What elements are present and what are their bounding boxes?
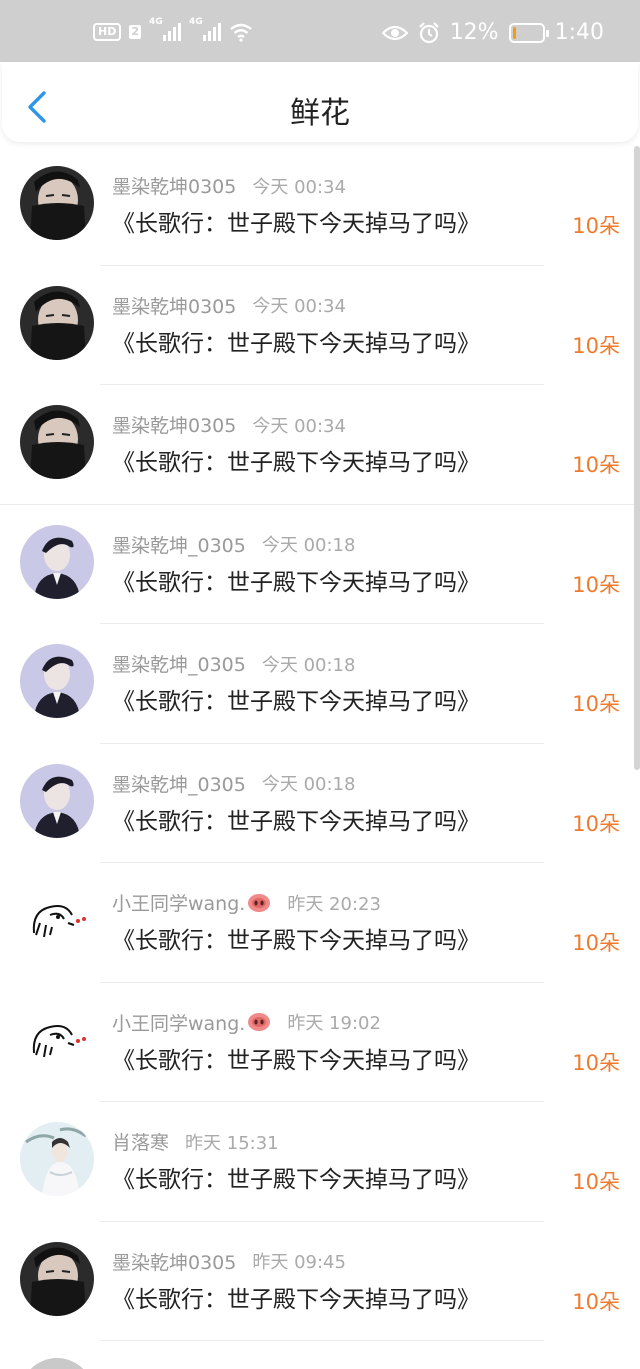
timestamp: 今天 00:18 xyxy=(261,535,356,556)
timestamp: 昨天 09:45 xyxy=(252,1252,346,1273)
flower-count: 10朵 xyxy=(572,1170,620,1194)
avatar[interactable] xyxy=(20,883,94,957)
username[interactable]: 墨染乾坤0305 xyxy=(112,172,236,199)
username[interactable]: 墨染乾坤0305 xyxy=(112,411,236,438)
status-left: HD 2 4G 4G xyxy=(93,17,253,42)
flower-count: 10朵 xyxy=(572,811,620,836)
book-title: 《长歌行：世子殿下今天掉马了吗》 xyxy=(112,330,480,357)
username[interactable]: 墨染乾坤0305 xyxy=(112,1248,236,1275)
list-item[interactable]: 墨染乾坤0305 昨天 09:45 《长歌行：世子殿下今天掉马了吗》 10朵 xyxy=(0,1222,640,1341)
list-item[interactable]: 墨染乾坤0305 今天 00:34 《长歌行：世子殿下今天掉马了吗》 10朵 xyxy=(0,146,640,266)
pig-nose-emoji-icon xyxy=(248,1013,271,1031)
item-meta: 墨染乾坤0305 昨天 09:45 xyxy=(112,1248,346,1275)
timestamp: 今天 00:34 xyxy=(252,296,346,317)
item-meta: 墨染乾坤_0305 今天 00:18 xyxy=(112,770,355,797)
avatar[interactable] xyxy=(20,285,94,360)
book-title: 《长歌行：世子殿下今天掉马了吗》 xyxy=(112,1286,480,1313)
item-meta: 小王同学wang. 昨天 19:02 xyxy=(112,1009,381,1036)
pig-nose-emoji-icon xyxy=(248,893,271,912)
item-meta: 墨染乾坤_0305 今天 00:18 xyxy=(112,531,355,558)
page-title: 鲜花 xyxy=(290,96,350,131)
username[interactable]: 墨染乾坤_0305 xyxy=(112,770,246,797)
scrollbar[interactable] xyxy=(634,146,640,770)
flower-list: 墨染乾坤0305 今天 00:34 《长歌行：世子殿下今天掉马了吗》 10朵 墨染乾坤0… xyxy=(0,146,640,1341)
signal-icon: 4G xyxy=(149,17,181,41)
avatar[interactable] xyxy=(20,166,94,240)
item-meta: 墨染乾坤_0305 今天 00:18 xyxy=(112,650,355,677)
flower-count: 10朵 xyxy=(572,1289,620,1314)
hd-badge: HD xyxy=(93,23,122,41)
divider xyxy=(100,1340,544,1341)
signal-icon: 4G xyxy=(189,17,221,41)
flower-count: 10朵 xyxy=(572,692,620,716)
timestamp: 昨天 20:23 xyxy=(287,893,381,915)
username[interactable]: 墨染乾坤_0305 xyxy=(112,531,246,558)
timestamp: 今天 00:34 xyxy=(252,176,346,198)
avatar[interactable] xyxy=(20,524,94,599)
username[interactable]: 小王同学wang. xyxy=(112,889,245,916)
timestamp: 今天 00:18 xyxy=(261,774,356,795)
flower-count: 10朵 xyxy=(572,214,620,238)
timestamp: 昨天 15:31 xyxy=(185,1132,279,1154)
item-meta: 肖落寒 昨天 15:31 xyxy=(112,1128,279,1155)
timestamp: 今天 00:34 xyxy=(252,415,346,437)
status-bar: HD 2 4G 4G 12% 1:40 xyxy=(0,0,640,62)
list-item[interactable]: 小王同学wang. 昨天 19:02 《长歌行：世子殿下今天掉马了吗》 10朵 xyxy=(0,983,640,1102)
status-right: 12% 1:40 xyxy=(381,20,604,45)
page-header: 鲜花 xyxy=(2,62,638,142)
avatar[interactable] xyxy=(20,644,94,718)
list-item[interactable]: 墨染乾坤_0305 今天 00:18 《长歌行：世子殿下今天掉马了吗》 10朵 xyxy=(0,505,640,624)
avatar[interactable] xyxy=(20,1241,94,1316)
list-item[interactable]: 墨染乾坤_0305 今天 00:18 《长歌行：世子殿下今天掉马了吗》 10朵 xyxy=(0,624,640,744)
list-item[interactable]: 小王同学wang. 昨天 20:23 《长歌行：世子殿下今天掉马了吗》 10朵 xyxy=(0,863,640,983)
flower-count: 10朵 xyxy=(572,333,620,358)
list-item[interactable]: 墨染乾坤0305 今天 00:34 《长歌行：世子殿下今天掉马了吗》 10朵 xyxy=(0,266,640,385)
wifi-icon xyxy=(230,23,252,42)
battery-percent: 12% xyxy=(449,20,499,45)
flower-count: 10朵 xyxy=(572,572,620,597)
avatar[interactable] xyxy=(20,1122,94,1196)
item-meta: 墨染乾坤0305 今天 00:34 xyxy=(112,292,346,319)
avatar[interactable] xyxy=(20,1002,94,1077)
flower-count: 10朵 xyxy=(572,931,620,955)
book-title: 《长歌行：世子殿下今天掉马了吗》 xyxy=(112,211,480,237)
flower-count: 10朵 xyxy=(572,453,620,477)
book-title: 《长歌行：世子殿下今天掉马了吗》 xyxy=(112,1167,480,1193)
username[interactable]: 墨染乾坤_0305 xyxy=(112,650,246,677)
username[interactable]: 小王同学wang. xyxy=(112,1009,245,1036)
timestamp: 昨天 19:02 xyxy=(287,1013,381,1034)
avatar[interactable] xyxy=(20,763,94,838)
alarm-icon xyxy=(418,21,439,43)
item-meta: 墨染乾坤0305 今天 00:34 xyxy=(112,411,346,438)
flower-count: 10朵 xyxy=(572,1050,620,1075)
avatar[interactable] xyxy=(20,405,94,479)
username[interactable]: 墨染乾坤0305 xyxy=(112,292,236,319)
item-meta: 小王同学wang. 昨天 20:23 xyxy=(112,889,381,916)
book-title: 《长歌行：世子殿下今天掉马了吗》 xyxy=(112,808,480,835)
item-meta: 墨染乾坤0305 今天 00:34 xyxy=(112,172,346,199)
clock: 1:40 xyxy=(554,20,604,45)
book-title: 《长歌行：世子殿下今天掉马了吗》 xyxy=(112,928,480,954)
list-item[interactable]: 墨染乾坤0305 今天 00:34 《长歌行：世子殿下今天掉马了吗》 10朵 xyxy=(0,385,640,505)
sim-indicator: 2 xyxy=(129,25,141,39)
book-title: 《长歌行：世子殿下今天掉马了吗》 xyxy=(112,450,480,476)
book-title: 《长歌行：世子殿下今天掉马了吗》 xyxy=(112,1047,480,1074)
book-title: 《长歌行：世子殿下今天掉马了吗》 xyxy=(112,569,480,596)
eye-icon xyxy=(381,25,408,40)
list-item[interactable]: 肖落寒 昨天 15:31 《长歌行：世子殿下今天掉马了吗》 10朵 xyxy=(0,1102,640,1222)
list-item[interactable]: 墨染乾坤_0305 今天 00:18 《长歌行：世子殿下今天掉马了吗》 10朵 xyxy=(0,744,640,863)
avatar[interactable] xyxy=(20,1358,94,1369)
timestamp: 今天 00:18 xyxy=(261,654,356,676)
username[interactable]: 肖落寒 xyxy=(112,1128,169,1155)
battery-icon xyxy=(508,22,549,43)
book-title: 《长歌行：世子殿下今天掉马了吗》 xyxy=(112,689,480,715)
